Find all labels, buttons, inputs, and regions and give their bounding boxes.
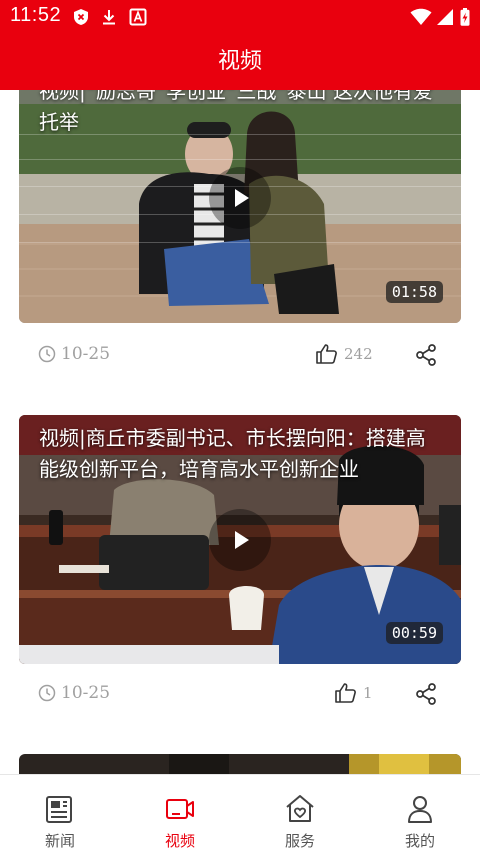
publish-date: 10-25 [38, 683, 110, 703]
share-icon[interactable] [414, 682, 438, 706]
video-icon [166, 799, 194, 819]
tab-services[interactable]: 服务 [240, 775, 360, 853]
like-button[interactable]: 242 [315, 342, 373, 366]
tab-label: 我的 [404, 832, 435, 850]
video-title[interactable]: 视频|“励志哥”李创业“三战”泰山 这次他有爱托举 [39, 90, 439, 138]
date-text: 10-25 [61, 683, 111, 703]
play-icon [235, 189, 249, 207]
thumbs-up-icon [316, 344, 337, 364]
tab-news[interactable]: 新闻 [0, 775, 120, 853]
date-text: 10-25 [61, 344, 111, 364]
shield-x-icon [74, 9, 88, 25]
share-icon[interactable] [414, 343, 438, 367]
play-icon [235, 531, 249, 549]
page-title: 视频 [217, 49, 262, 74]
video-thumbnail[interactable]: 视频|“励志哥”李创业“三战”泰山 这次他有爱托举 01:58 [19, 90, 461, 323]
status-time: 11:52 [10, 4, 62, 26]
clock-icon [38, 684, 56, 702]
like-count: 1 [363, 684, 373, 702]
download-icon [103, 10, 115, 25]
thumbnail-image [19, 754, 461, 774]
video-thumbnail[interactable]: 视频|商丘市委副书记、市长摆向阳：搭建高能级创新平台，培育高水平创新企业 00:… [19, 415, 461, 664]
video-feed[interactable]: 视频|“励志哥”李创业“三战”泰山 这次他有爱托举 01:58 10-25 24… [0, 90, 480, 774]
status-bar: 11:52 [0, 0, 480, 34]
video-duration: 00:59 [385, 622, 443, 644]
video-title[interactable]: 视频|商丘市委副书记、市长摆向阳：搭建高能级创新平台，培育高水平创新企业 [39, 423, 439, 485]
tab-profile[interactable]: 我的 [360, 775, 480, 853]
battery-charging-icon [460, 8, 470, 26]
newspaper-icon [46, 796, 72, 823]
tab-video[interactable]: 视频 [120, 775, 240, 853]
thumbs-up-icon [335, 683, 356, 703]
clock-icon [38, 345, 56, 363]
bottom-tab-bar: 新闻 视频 服务 我的 [0, 774, 480, 853]
font-a-icon [129, 8, 147, 26]
tab-label: 新闻 [44, 832, 75, 850]
video-meta-row: 10-25 242 [0, 340, 480, 370]
tab-label: 视频 [164, 832, 195, 850]
play-button[interactable] [209, 509, 271, 571]
video-meta-row: 10-25 1 [0, 679, 480, 709]
like-count: 242 [344, 345, 373, 363]
video-duration: 01:58 [385, 281, 443, 303]
tab-label: 服务 [284, 832, 315, 850]
publish-date: 10-25 [38, 344, 110, 364]
signal-icon [437, 9, 453, 25]
app-bar: 视频 [0, 34, 480, 90]
play-button[interactable] [209, 167, 271, 229]
wifi-icon [410, 8, 432, 25]
like-button[interactable]: 1 [334, 681, 373, 705]
person-icon [408, 796, 432, 823]
heart-home-icon [286, 795, 314, 822]
video-thumbnail[interactable] [19, 754, 461, 774]
